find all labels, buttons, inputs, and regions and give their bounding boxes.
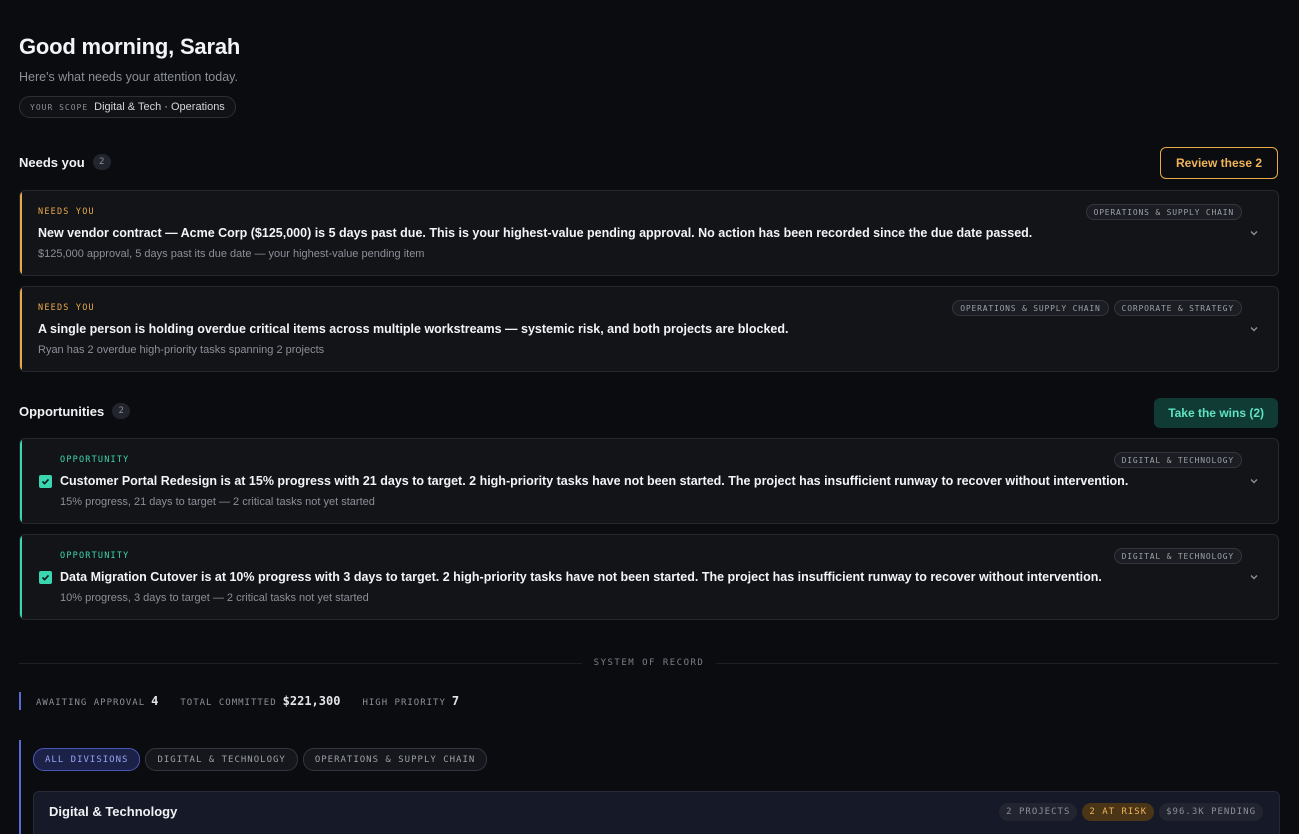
needs-you-card[interactable]: NEEDS YOU OPERATIONS & SUPPLY CHAIN CORP… (19, 286, 1279, 372)
card-accent-bar (20, 191, 22, 275)
scope-value: Digital & Tech · Operations (94, 101, 225, 113)
review-button[interactable]: Review these 2 (1159, 147, 1278, 179)
scope-chip[interactable]: YOUR SCOPE Digital & Tech · Operations (19, 96, 236, 118)
filter-digital-technology[interactable]: DIGITAL & TECHNOLOGY (145, 748, 298, 771)
division-tag: OPERATIONS & SUPPLY CHAIN (1085, 204, 1242, 220)
scope-label: YOUR SCOPE (30, 102, 89, 112)
card-tags: OPERATIONS & SUPPLY CHAIN CORPORATE & ST… (952, 300, 1242, 316)
card-detail: 10% progress, 3 days to target — 2 criti… (60, 592, 369, 604)
opportunities-header: Opportunities 2 (19, 403, 131, 419)
card-tags: DIGITAL & TECHNOLOGY (1113, 452, 1242, 468)
filter-operations-supply-chain[interactable]: OPERATIONS & SUPPLY CHAIN (302, 748, 488, 771)
card-tags: OPERATIONS & SUPPLY CHAIN (1085, 204, 1242, 220)
card-detail: $125,000 approval, 5 days past its due d… (38, 248, 425, 260)
division-title: Digital & Technology (49, 804, 178, 819)
card-accent-bar (20, 287, 22, 371)
stats-strip: AWAITING APPROVAL 4 TOTAL COMMITTED $221… (19, 692, 459, 710)
card-detail: 15% progress, 21 days to target — 2 crit… (60, 496, 375, 508)
stat-high-priority: HIGH PRIORITY 7 (362, 694, 459, 708)
divisions-panel: ALL DIVISIONS DIGITAL & TECHNOLOGY OPERA… (19, 740, 1280, 834)
card-detail: Ryan has 2 overdue high-priority tasks s… (38, 344, 325, 356)
checkbox-checked-icon[interactable] (39, 571, 52, 584)
needs-you-title: Needs you (19, 154, 85, 170)
system-of-record-divider: SYSTEM OF RECORD (19, 656, 1280, 670)
stat-label: TOTAL COMMITTED (180, 698, 277, 708)
division-tag: DIGITAL & TECHNOLOGY (1113, 548, 1242, 564)
filter-all-divisions[interactable]: ALL DIVISIONS (33, 748, 141, 771)
division-tag: OPERATIONS & SUPPLY CHAIN (952, 300, 1109, 316)
chevron-down-icon[interactable] (1248, 323, 1260, 335)
stat-value: $221,300 (282, 694, 341, 708)
card-headline: New vendor contract — Acme Corp ($125,00… (38, 226, 1033, 240)
stat-total-committed: TOTAL COMMITTED $221,300 (180, 694, 340, 708)
card-kicker: OPPORTUNITY (60, 551, 130, 561)
stat-awaiting-approval: AWAITING APPROVAL 4 (36, 694, 158, 708)
stat-label: AWAITING APPROVAL (36, 698, 146, 708)
card-accent-bar (20, 535, 22, 619)
divider-line (19, 662, 582, 664)
opportunities-count: 2 (112, 403, 131, 419)
card-kicker: NEEDS YOU (38, 207, 95, 217)
card-headline: Data Migration Cutover is at 10% progres… (60, 570, 1102, 584)
projects-badge: 2 PROJECTS (999, 803, 1078, 821)
page-title: Good morning, Sarah (19, 34, 241, 59)
stat-value: 4 (151, 694, 159, 708)
checkbox-checked-icon[interactable] (39, 475, 52, 488)
card-tags: DIGITAL & TECHNOLOGY (1113, 548, 1242, 564)
stat-value: 7 (451, 694, 460, 708)
card-kicker: OPPORTUNITY (60, 455, 130, 465)
opportunity-card[interactable]: OPPORTUNITY DIGITAL & TECHNOLOGY Custome… (19, 438, 1279, 524)
chevron-down-icon[interactable] (1248, 571, 1260, 583)
division-badges: 2 PROJECTS 2 AT RISK $96.3K PENDING (999, 803, 1263, 821)
division-tag: CORPORATE & STRATEGY (1113, 300, 1242, 316)
stat-label: HIGH PRIORITY (362, 698, 446, 708)
system-of-record-label: SYSTEM OF RECORD (593, 658, 705, 668)
card-headline: Customer Portal Redesign is at 15% progr… (60, 474, 1129, 488)
page-subtitle: Here's what needs your attention today. (19, 70, 238, 84)
division-card[interactable]: Digital & Technology 2 PROJECTS 2 AT RIS… (33, 791, 1280, 834)
divider-line (716, 662, 1280, 664)
pending-badge: $96.3K PENDING (1159, 803, 1263, 821)
division-tag: DIGITAL & TECHNOLOGY (1113, 452, 1242, 468)
chevron-down-icon[interactable] (1248, 475, 1260, 487)
chevron-down-icon[interactable] (1248, 227, 1260, 239)
needs-you-header: Needs you 2 (19, 154, 111, 170)
needs-you-card[interactable]: NEEDS YOU OPERATIONS & SUPPLY CHAIN New … (19, 190, 1279, 276)
card-accent-bar (20, 439, 22, 523)
needs-you-count: 2 (92, 154, 111, 170)
card-headline: A single person is holding overdue criti… (38, 322, 789, 336)
division-filters: ALL DIVISIONS DIGITAL & TECHNOLOGY OPERA… (33, 748, 488, 771)
opportunity-card[interactable]: OPPORTUNITY DIGITAL & TECHNOLOGY Data Mi… (19, 534, 1279, 620)
take-wins-button[interactable]: Take the wins (2) (1154, 398, 1278, 428)
at-risk-badge: 2 AT RISK (1082, 803, 1155, 821)
card-kicker: NEEDS YOU (38, 303, 95, 313)
opportunities-title: Opportunities (19, 403, 105, 419)
